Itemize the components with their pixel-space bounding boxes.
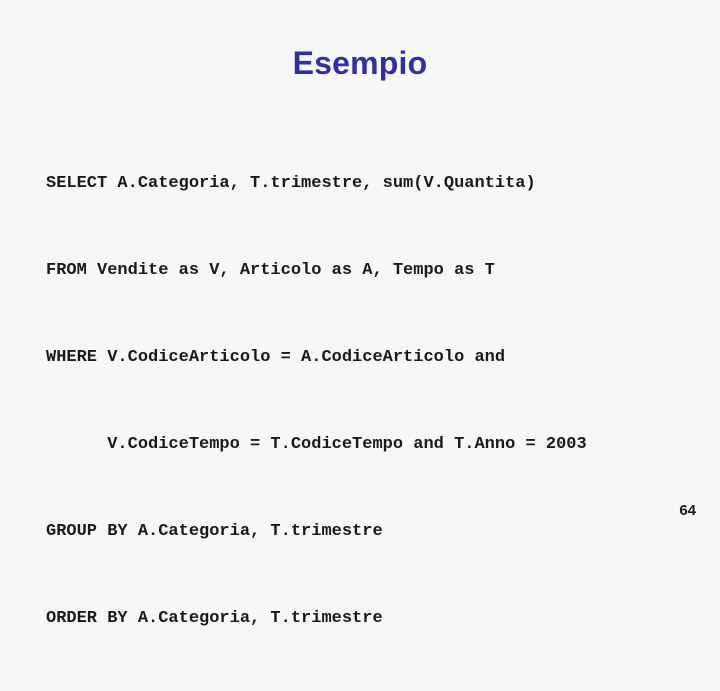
code-line: V.CodiceTempo = T.CodiceTempo and T.Anno… bbox=[46, 435, 587, 454]
code-line: ORDER BY A.Categoria, T.trimestre bbox=[46, 609, 383, 628]
code-line: FROM Vendite as V, Articolo as A, Tempo … bbox=[46, 261, 495, 280]
code-line: SELECT A.Categoria, T.trimestre, sum(V.Q… bbox=[46, 174, 536, 193]
code-line: WHERE V.CodiceArticolo = A.CodiceArticol… bbox=[46, 348, 506, 367]
sql-code-block: SELECT A.Categoria, T.trimestre, sum(V.Q… bbox=[46, 111, 706, 691]
slide: Esempio SELECT A.Categoria, T.trimestre,… bbox=[0, 0, 720, 628]
page-title: Esempio bbox=[292, 45, 428, 81]
page-number: 64 bbox=[679, 502, 696, 519]
code-line: GROUP BY A.Categoria, T.trimestre bbox=[46, 522, 383, 541]
